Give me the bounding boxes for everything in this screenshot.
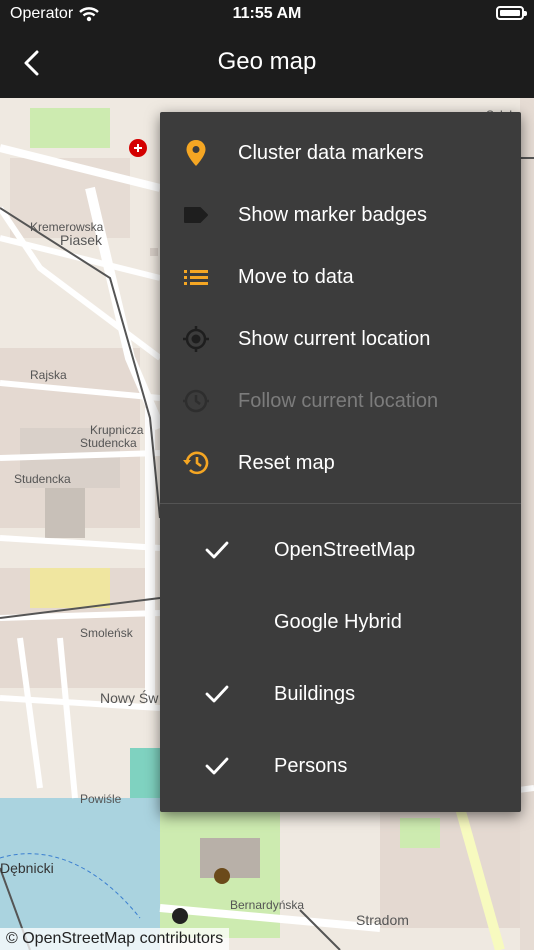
menu-item-label: Move to data [238,265,354,288]
battery-icon [496,6,527,20]
layer-item-label: OpenStreetMap [274,538,416,561]
menu-item-follow-location[interactable]: Follow current location [160,370,521,432]
map-label: Powiśle [80,792,122,806]
menu-item-cluster-markers[interactable]: Cluster data markers [160,122,521,184]
layer-item-google-hybrid[interactable]: Google Hybrid [160,586,521,658]
map-attribution[interactable]: © OpenStreetMap contributors [0,928,230,950]
layer-item-buildings[interactable]: Buildings [160,658,521,730]
menu-item-reset-map[interactable]: Reset map [160,432,521,494]
menu-item-move-to-data[interactable]: Move to data [160,246,521,308]
page-title: Geo map [217,48,317,75]
status-bar: Operator 11:55 AM [0,0,534,28]
history-icon [182,449,210,477]
checkmark-icon [205,541,229,559]
menu-item-label: Show current location [238,327,431,350]
tag-icon [182,201,210,229]
map-label: Stradom [356,912,409,928]
follow-location-icon [182,387,210,415]
crosshair-icon [182,325,210,353]
list-icon [182,263,210,291]
menu-item-label: Follow current location [238,389,439,412]
layer-item-openstreetmap[interactable]: OpenStreetMap [160,514,521,586]
layer-item-persons[interactable]: Persons [160,730,521,802]
menu-item-show-location[interactable]: Show current location [160,308,521,370]
map-label: Rajska [30,368,67,382]
checkmark-icon [205,685,229,703]
map-label: Studencka [80,436,137,450]
menu-item-label: Reset map [238,451,335,474]
menu-divider [160,503,521,504]
map-options-menu: Cluster data markers Show marker badges … [160,112,521,812]
layer-item-label: Buildings [274,682,356,705]
map-label: Nowy Św [100,690,159,706]
menu-item-marker-badges[interactable]: Show marker badges [160,184,521,246]
map-label: Dębnicki [0,860,54,876]
map-label: Piasek [60,232,103,248]
map-label: Krupnicza [90,423,144,437]
layer-item-label: Google Hybrid [274,610,402,633]
checkmark-icon [205,757,229,775]
map-label: Studencka [14,472,71,486]
map-label: Bernardyńska [230,898,305,912]
menu-item-label: Show marker badges [238,203,427,226]
layer-item-label: Persons [274,754,348,777]
map-label: Smoleńsk [80,626,133,640]
status-time: 11:55 AM [232,5,302,22]
map-pin-icon [182,139,210,167]
menu-item-label: Cluster data markers [238,141,424,164]
navigation-bar: Geo map [0,28,534,98]
